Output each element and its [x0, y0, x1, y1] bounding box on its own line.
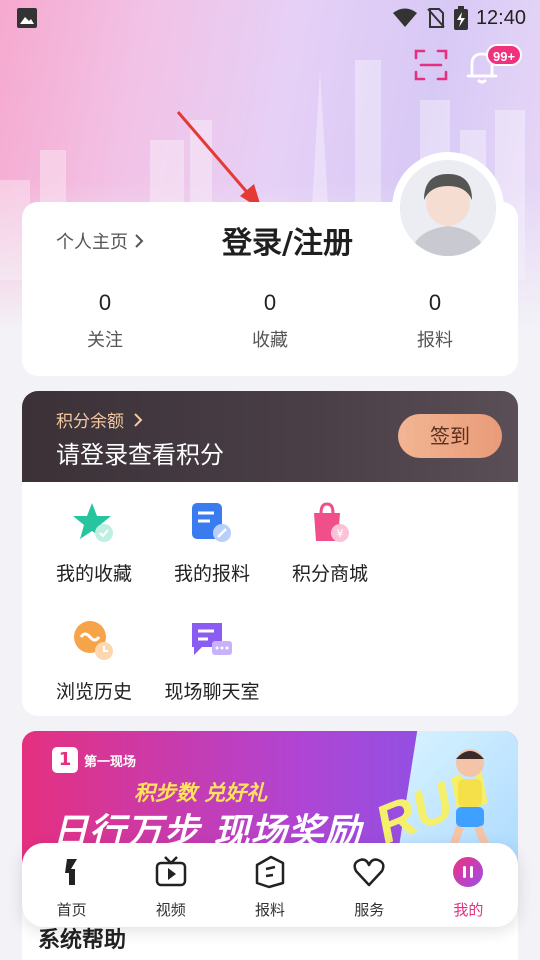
- wifi-icon: [392, 8, 417, 27]
- points-balance-label: 积分余额: [56, 412, 124, 432]
- tab-report[interactable]: 报料: [220, 843, 319, 927]
- report-icon: [192, 503, 231, 542]
- banner-brand: 1 第一现场: [52, 747, 136, 773]
- points-card: 积分余额 请登录查看积分 签到 我的收藏 我的报料 ¥ 积分商城 浏览历史 现场…: [22, 391, 518, 716]
- heart-icon: [353, 858, 385, 887]
- status-time: 12:40: [475, 6, 526, 29]
- quick-link-chatroom[interactable]: 现场聊天室: [152, 619, 272, 704]
- tab-me[interactable]: 我的: [419, 843, 518, 927]
- stat-value: 0: [263, 290, 277, 315]
- points-login-prompt: 请登录查看积分: [56, 441, 224, 469]
- quick-link-my-reports[interactable]: 我的报料: [152, 501, 272, 586]
- scan-icon[interactable]: [414, 48, 448, 82]
- tab-label: 服务: [354, 901, 385, 919]
- quick-link-history[interactable]: 浏览历史: [34, 619, 154, 704]
- notification-badge: 99+: [486, 44, 523, 66]
- bottom-navigation: 首页 视频 报料 服务 我的: [22, 843, 518, 927]
- stat-label: 收藏: [252, 330, 288, 351]
- avatar[interactable]: [392, 152, 504, 264]
- stat-value: 0: [428, 290, 442, 315]
- me-icon: [453, 857, 484, 887]
- annotation-arrow: [176, 111, 262, 210]
- banner-brand-name: 第一现场: [84, 754, 137, 770]
- no-sim-icon: [427, 8, 445, 28]
- tab-label: 视频: [155, 901, 186, 919]
- stat-value: 0: [98, 290, 112, 315]
- svg-text:¥: ¥: [337, 527, 344, 540]
- default-avatar-icon: [400, 160, 496, 256]
- brand-logo-icon: 1: [52, 747, 78, 773]
- quick-link-label: 我的报料: [173, 563, 250, 585]
- points-header[interactable]: 积分余额 请登录查看积分 签到: [22, 391, 518, 482]
- star-icon: [73, 503, 113, 542]
- tab-label: 我的: [453, 901, 484, 919]
- stat-label: 关注: [87, 330, 123, 351]
- tab-services[interactable]: 服务: [320, 843, 419, 927]
- history-clock-icon: [74, 621, 113, 660]
- tv-icon: [155, 856, 187, 887]
- quick-link-label: 现场聊天室: [164, 681, 260, 703]
- tab-label: 首页: [56, 901, 87, 919]
- home-icon: [64, 859, 77, 885]
- battery-charging-icon: [453, 6, 468, 30]
- profile-stats: 0 关注 0 收藏 0 报料: [22, 290, 518, 352]
- personal-homepage-link[interactable]: 个人主页: [56, 228, 144, 254]
- quick-link-points-mall[interactable]: ¥ 积分商城: [270, 501, 390, 586]
- tab-home[interactable]: 首页: [22, 843, 121, 927]
- chat-icon: [192, 623, 232, 655]
- chevron-right-icon: [135, 234, 144, 248]
- tab-video[interactable]: 视频: [121, 843, 220, 927]
- quick-link-label: 积分商城: [291, 563, 368, 585]
- stat-follow[interactable]: 0 关注: [22, 290, 188, 352]
- quick-link-favorites[interactable]: 我的收藏: [34, 501, 154, 586]
- personal-homepage-label: 个人主页: [56, 232, 128, 253]
- signin-button[interactable]: 签到: [398, 414, 502, 458]
- chevron-right-icon: [134, 413, 143, 427]
- gallery-notification-icon: [17, 8, 37, 28]
- status-bar: 12:40: [0, 0, 540, 36]
- stat-favorites[interactable]: 0 收藏: [188, 290, 352, 352]
- points-balance-link[interactable]: 积分余额: [56, 407, 143, 432]
- quick-link-label: 浏览历史: [55, 681, 132, 703]
- stat-reports[interactable]: 0 报料: [352, 290, 518, 352]
- login-register-button[interactable]: 登录/注册: [222, 218, 353, 262]
- report-tab-icon: [255, 855, 285, 889]
- stat-label: 报料: [417, 330, 453, 351]
- tab-label: 报料: [255, 901, 286, 919]
- quick-link-label: 我的收藏: [55, 563, 132, 585]
- shopping-bag-icon: ¥: [314, 502, 349, 542]
